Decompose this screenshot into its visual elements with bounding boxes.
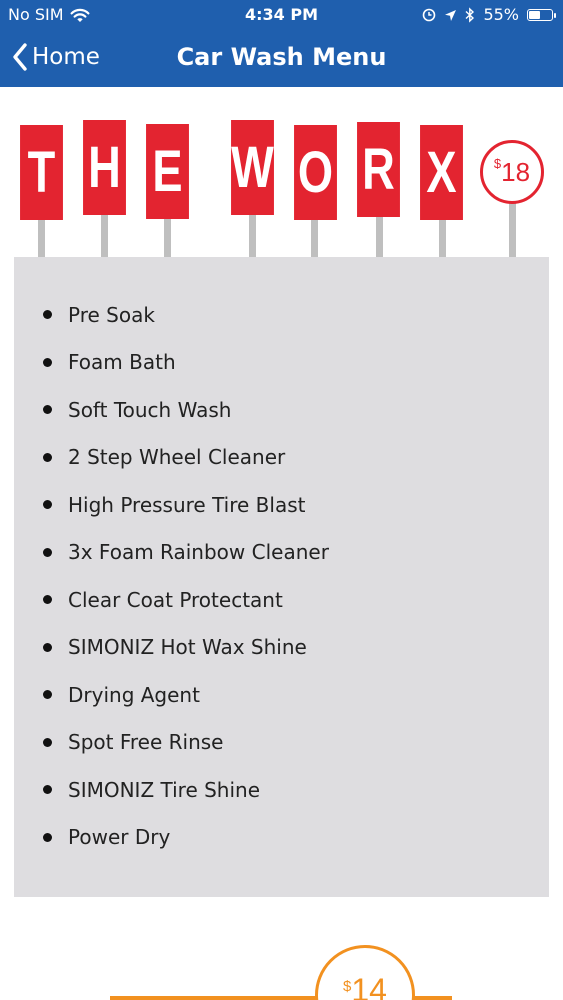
feature-label: Soft Touch Wash (68, 397, 232, 422)
sign-post (376, 216, 383, 257)
nav-header: No SIM 4:34 PM 55% Home Car Wash Menu (0, 0, 563, 87)
package-sign: T H E W O R X $ 18 (0, 87, 563, 257)
bullet-icon (43, 832, 52, 842)
sign-letter: X (420, 125, 463, 220)
feature-item: SIMONIZ Tire Shine (14, 766, 549, 814)
feature-label: SIMONIZ Hot Wax Shine (68, 635, 307, 660)
sign-post (509, 203, 516, 257)
bullet-icon (43, 547, 52, 557)
feature-item: Clear Coat Protectant (14, 576, 549, 624)
feature-label: Drying Agent (68, 682, 200, 707)
price-badge: $ 18 (480, 140, 544, 204)
price-currency: $ (493, 156, 502, 171)
feature-label: Clear Coat Protectant (68, 587, 283, 612)
sign-post (439, 219, 446, 257)
sign-post (164, 218, 171, 257)
battery-level (529, 11, 540, 19)
page-title: Car Wash Menu (176, 43, 387, 71)
next-price-currency: $ (343, 978, 352, 995)
sign-post (101, 215, 108, 257)
feature-label: Foam Bath (68, 350, 176, 375)
battery-percent: 55% (483, 5, 519, 24)
battery-icon (527, 9, 556, 21)
feature-item: 3x Foam Rainbow Cleaner (14, 529, 549, 577)
bullet-icon (43, 690, 52, 700)
feature-item: Foam Bath (14, 339, 549, 387)
sign-post (38, 220, 45, 257)
sign-letter: R (357, 122, 400, 217)
bullet-icon (43, 737, 52, 747)
bullet-icon (43, 785, 52, 795)
sign-post (311, 220, 318, 257)
status-right: 55% (422, 0, 556, 30)
battery-nub (554, 13, 556, 18)
bullet-icon (43, 500, 52, 510)
sign-letter: O (294, 125, 337, 220)
bluetooth-icon (465, 7, 475, 23)
next-package-preview: $ 14 (0, 900, 563, 1000)
next-price-value: 14 (351, 972, 387, 1000)
sign-post (249, 215, 256, 257)
feature-item: Pre Soak (14, 291, 549, 339)
feature-item: Spot Free Rinse (14, 719, 549, 767)
feature-item: High Pressure Tire Blast (14, 481, 549, 529)
next-price-badge: $ 14 (315, 945, 415, 1000)
bullet-icon (43, 405, 52, 415)
feature-label: 3x Foam Rainbow Cleaner (68, 540, 329, 565)
feature-label: Spot Free Rinse (68, 730, 224, 755)
feature-label: 2 Step Wheel Cleaner (68, 445, 286, 470)
sign-letter: H (83, 120, 126, 215)
location-arrow-icon (445, 9, 457, 21)
feature-label: SIMONIZ Tire Shine (68, 777, 261, 802)
bullet-icon (43, 595, 52, 605)
feature-item: 2 Step Wheel Cleaner (14, 434, 549, 482)
feature-item: Soft Touch Wash (14, 386, 549, 434)
feature-item: SIMONIZ Hot Wax Shine (14, 624, 549, 672)
bullet-icon (43, 642, 52, 652)
sign-letter: E (146, 124, 189, 219)
status-bar: No SIM 4:34 PM 55% (0, 0, 563, 30)
features-list: Pre Soak Foam Bath Soft Touch Wash 2 Ste… (14, 291, 549, 861)
feature-item: Drying Agent (14, 671, 549, 719)
feature-label: Power Dry (68, 825, 171, 850)
price-value: 18 (501, 156, 531, 187)
feature-item: Power Dry (14, 814, 549, 862)
feature-label: High Pressure Tire Blast (68, 492, 306, 517)
alarm-icon (423, 8, 436, 22)
features-panel: Pre Soak Foam Bath Soft Touch Wash 2 Ste… (14, 257, 549, 897)
bullet-icon (43, 357, 52, 367)
feature-label: Pre Soak (68, 302, 155, 327)
bullet-icon (43, 452, 52, 462)
sign-letter: T (20, 125, 63, 220)
bullet-icon (43, 310, 52, 320)
sign-letter: W (231, 120, 274, 215)
